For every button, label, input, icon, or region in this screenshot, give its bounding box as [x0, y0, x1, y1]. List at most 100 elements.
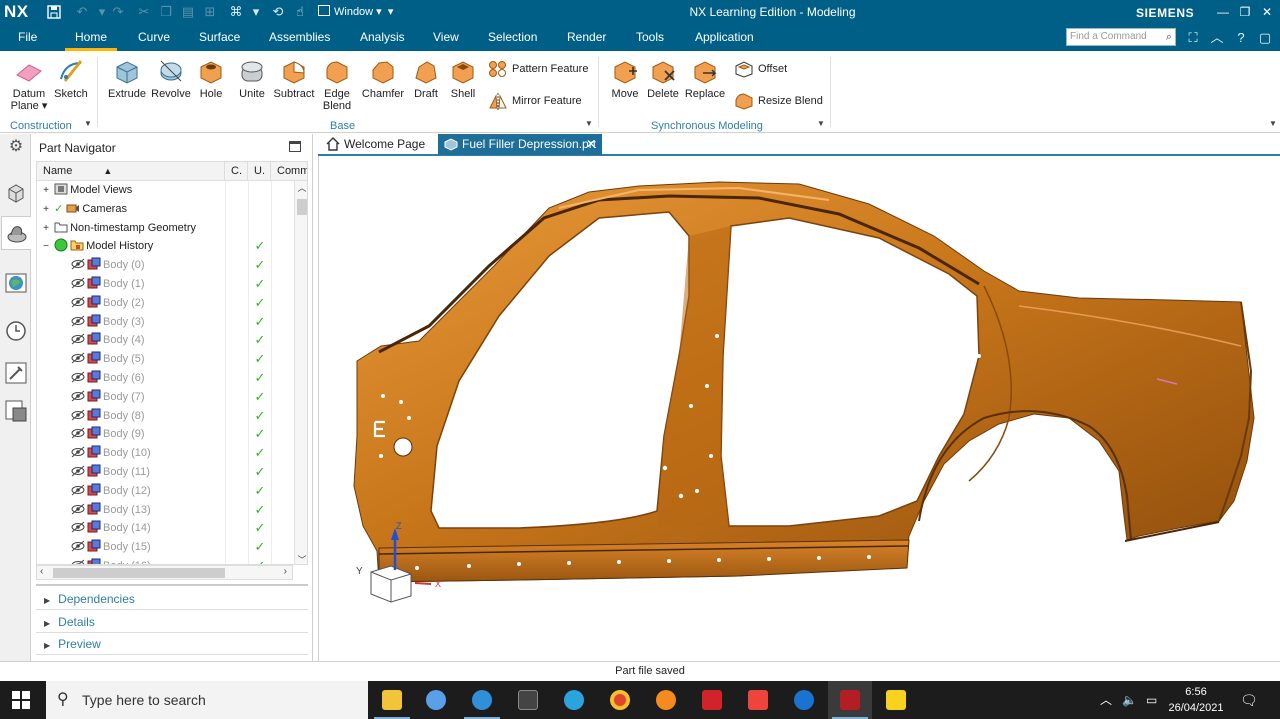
visibility-eye-icon[interactable]: [71, 332, 85, 346]
construction-more-icon[interactable]: ▼: [84, 119, 92, 128]
visibility-eye-icon[interactable]: [71, 502, 85, 516]
sticky-notes-icon[interactable]: [874, 681, 918, 719]
tab-render[interactable]: Render: [567, 25, 606, 51]
subtract-button[interactable]: Subtract: [272, 57, 316, 100]
extrude-button[interactable]: Extrude: [106, 57, 148, 100]
close-tab-icon[interactable]: ✕: [586, 134, 596, 155]
edge-browser-icon[interactable]: [460, 681, 504, 719]
visibility-eye-icon[interactable]: [71, 520, 85, 534]
tree-row-body[interactable]: Body (4) ✓: [37, 331, 292, 351]
history-clock-icon[interactable]: [5, 320, 27, 342]
tree-row-body[interactable]: Body (0) ✓: [37, 256, 292, 275]
anydesk-icon[interactable]: [736, 681, 780, 719]
reuse-library-icon[interactable]: [5, 362, 27, 384]
visibility-eye-icon[interactable]: [71, 314, 85, 328]
visibility-eye-icon[interactable]: [71, 351, 85, 365]
expand-icon[interactable]: +: [41, 201, 51, 220]
visibility-eye-icon[interactable]: [71, 389, 85, 403]
paint-app-icon[interactable]: [414, 681, 458, 719]
tree-row-body[interactable]: Body (10) ✓: [37, 444, 292, 463]
volume-icon[interactable]: 🔈: [1122, 681, 1137, 719]
unite-button[interactable]: Unite: [234, 57, 270, 100]
tree-row-body[interactable]: Body (7) ✓: [37, 387, 292, 407]
visibility-eye-icon[interactable]: [71, 558, 85, 565]
tab-selection[interactable]: Selection: [488, 25, 537, 51]
full-screen-icon[interactable]: ⛶: [1184, 29, 1202, 47]
tree-row-model-history[interactable]: − Model History ✓: [37, 237, 292, 257]
part-navigator-icon[interactable]: [1, 216, 31, 250]
tab-welcome-page[interactable]: Welcome Page: [320, 134, 434, 155]
tab-analysis[interactable]: Analysis: [360, 25, 405, 51]
tree-row-body[interactable]: Body (5) ✓: [37, 350, 292, 369]
base-more-icon[interactable]: ▼: [585, 119, 593, 128]
delete-face-button[interactable]: Delete: [644, 57, 682, 100]
battery-icon[interactable]: ▭: [1146, 681, 1157, 719]
restore-button[interactable]: ❐: [1236, 3, 1254, 21]
revolve-button[interactable]: Revolve: [150, 57, 192, 100]
column-comment[interactable]: Comm: [271, 162, 307, 181]
chamfer-button[interactable]: Chamfer: [360, 57, 406, 100]
tab-tools[interactable]: Tools: [636, 25, 664, 51]
tab-home[interactable]: Home: [64, 25, 118, 51]
tree-row-body[interactable]: Body (13) ✓: [37, 500, 292, 520]
scroll-up-icon[interactable]: ︿: [295, 181, 307, 194]
file-explorer-icon[interactable]: [370, 681, 414, 719]
rocker-sill[interactable]: [378, 539, 910, 583]
teamviewer-icon[interactable]: [782, 681, 826, 719]
car-body-side-model[interactable]: Y Z X: [319, 156, 1280, 661]
tab-fuel-filler-depression[interactable]: Fuel Filler Depression.prt ✕: [438, 134, 602, 155]
tab-assemblies[interactable]: Assemblies: [269, 25, 330, 51]
tree-row-body[interactable]: Body (2) ✓: [37, 293, 292, 313]
scroll-down-icon[interactable]: ﹀: [295, 553, 307, 564]
blender-icon[interactable]: [644, 681, 688, 719]
edge-blend-button[interactable]: Edge Blend: [318, 57, 356, 112]
telegram-icon[interactable]: [552, 681, 596, 719]
visibility-eye-icon[interactable]: [71, 539, 85, 553]
tab-view[interactable]: View: [433, 25, 459, 51]
navigator-vertical-scrollbar[interactable]: ︿ ﹀: [294, 181, 307, 564]
tree-row-body[interactable]: Body (3) ✓: [37, 312, 292, 332]
tree-row-model-views[interactable]: + Model Views: [37, 181, 292, 200]
preview-panel[interactable]: ▶ Preview: [36, 633, 308, 655]
move-face-button[interactable]: Move: [606, 57, 644, 100]
maximize-panel-icon[interactable]: [289, 141, 301, 152]
close-button[interactable]: ✕: [1258, 3, 1276, 21]
assembly-navigator-icon[interactable]: [5, 182, 27, 204]
scroll-left-icon[interactable]: ‹: [40, 566, 43, 577]
tree-row-body[interactable]: Body (9) ✓: [37, 425, 292, 445]
solidworks-icon[interactable]: [690, 681, 734, 719]
more-icon[interactable]: ▢: [1256, 29, 1274, 47]
web-browser-icon[interactable]: [5, 272, 27, 294]
tab-file[interactable]: File: [18, 25, 37, 51]
tree-row-body[interactable]: Body (14) ✓: [37, 519, 292, 539]
visibility-eye-icon[interactable]: [71, 295, 85, 309]
notifications-icon[interactable]: 🗨: [1240, 681, 1258, 719]
visibility-eye-icon[interactable]: [71, 464, 85, 478]
roles-icon[interactable]: [5, 400, 27, 422]
collapse-ribbon-icon[interactable]: ︿: [1208, 29, 1226, 47]
taskbar-search-box[interactable]: ⚲ Type here to search: [46, 681, 368, 719]
visibility-eye-icon[interactable]: [71, 445, 85, 459]
tree-row-body[interactable]: Body (8) ✓: [37, 406, 292, 426]
scroll-thumb[interactable]: [53, 568, 225, 578]
visibility-eye-icon[interactable]: [71, 370, 85, 384]
tab-surface[interactable]: Surface: [199, 25, 240, 51]
column-current[interactable]: C.: [225, 162, 248, 181]
tree-row-body[interactable]: Body (11) ✓: [37, 462, 292, 482]
system-clock[interactable]: 6:56 26/04/2021: [1168, 684, 1224, 716]
tab-application[interactable]: Application: [695, 25, 754, 51]
tree-row-body[interactable]: Body (6) ✓: [37, 368, 292, 388]
column-name[interactable]: Name ▲: [37, 162, 225, 181]
graphics-window[interactable]: Y Z X: [318, 156, 1280, 661]
scroll-right-icon[interactable]: ›: [284, 566, 287, 577]
navigator-horizontal-scrollbar[interactable]: ‹ ›: [36, 565, 293, 580]
hole-button[interactable]: Hole: [194, 57, 228, 100]
tree-row-body[interactable]: Body (1) ✓: [37, 274, 292, 294]
settings-gear-icon[interactable]: ⚙: [5, 136, 27, 158]
collapse-icon[interactable]: −: [41, 238, 51, 257]
nx-app-icon[interactable]: [828, 681, 872, 719]
synchronous-more-icon[interactable]: ▼: [817, 119, 825, 128]
ribbon-options-icon[interactable]: ▼: [1269, 119, 1277, 128]
tree-row-body[interactable]: Body (16)✓: [37, 556, 292, 565]
visibility-eye-icon[interactable]: [71, 483, 85, 497]
